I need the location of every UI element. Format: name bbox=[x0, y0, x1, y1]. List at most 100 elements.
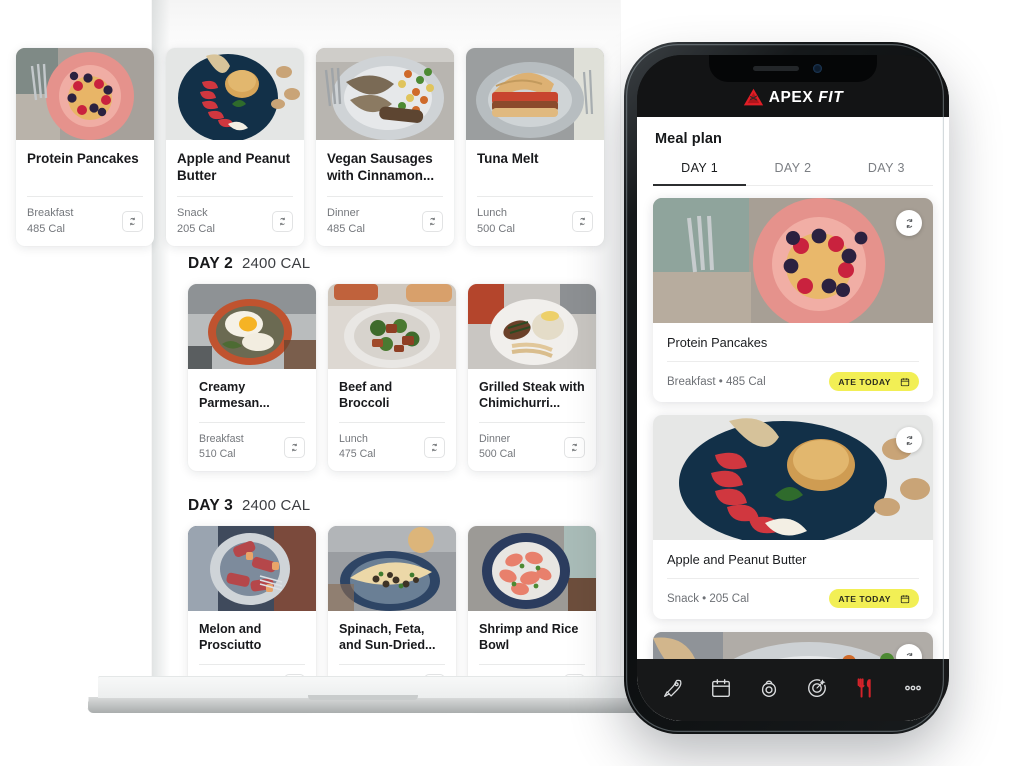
swap-vertical-icon[interactable] bbox=[284, 436, 305, 458]
meal-title: Shrimp and Rice Bowl bbox=[479, 622, 579, 653]
meal-calories: 510 Cal bbox=[199, 448, 236, 461]
meal-footer: Breakfast 510 Cal bbox=[199, 432, 305, 462]
tab-day-3[interactable]: DAY 3 bbox=[840, 161, 933, 185]
meal-photo-creamy-parmesan bbox=[188, 284, 316, 369]
swap-vertical-icon[interactable] bbox=[564, 436, 585, 458]
divider bbox=[327, 196, 443, 197]
meal-meta: Snack • 205 Cal bbox=[667, 592, 750, 605]
divider bbox=[27, 196, 143, 197]
phone-screen: APEX FIT Meal plan DAY 1 DAY 2 DAY 3 Pro… bbox=[637, 55, 949, 721]
phone-card-body: Apple and Peanut Butter Snack • 205 Cal … bbox=[653, 540, 933, 619]
meal-footer: Dinner 485 Cal bbox=[327, 206, 443, 237]
meal-footer: Lunch 475 Cal bbox=[339, 432, 445, 462]
front-camera bbox=[813, 64, 822, 73]
meal-meta: Snack 205 Cal bbox=[177, 206, 215, 237]
divider bbox=[479, 422, 585, 423]
meal-title: Tuna Melt bbox=[477, 151, 539, 166]
meal-photo-protein-pancakes bbox=[653, 198, 933, 323]
meal-card-body: Protein Pancakes Breakfast 485 Cal bbox=[16, 140, 154, 246]
phone-device: APEX FIT Meal plan DAY 1 DAY 2 DAY 3 Pro… bbox=[616, 32, 954, 734]
meal-card-body: Beef and Broccoli Lunch 475 Cal bbox=[328, 369, 456, 471]
meal-card-body: Grilled Steak with Chimichurri... Dinner… bbox=[468, 369, 596, 471]
meal-meta: Breakfast 485 Cal bbox=[27, 206, 73, 237]
swap-vertical-icon[interactable] bbox=[896, 427, 922, 453]
meal-card[interactable]: Creamy Parmesan... Breakfast 510 Cal bbox=[188, 284, 316, 472]
divider bbox=[667, 361, 919, 362]
meal-card-body: Vegan Sausages with Cinnamon... Dinner 4… bbox=[316, 140, 454, 246]
nav-calendar[interactable] bbox=[704, 673, 738, 703]
meal-type: Dinner bbox=[327, 207, 360, 219]
calendar-icon bbox=[900, 594, 910, 603]
meal-card[interactable]: Apple and Peanut Butter Snack 205 Cal bbox=[166, 48, 304, 247]
laptop-base-notch bbox=[308, 695, 418, 700]
nav-goals[interactable] bbox=[800, 673, 834, 703]
swap-vertical-icon[interactable] bbox=[122, 211, 143, 233]
phone-meal-card[interactable]: Apple and Peanut Butter Snack • 205 Cal … bbox=[653, 415, 933, 619]
meal-card[interactable]: Protein Pancakes Breakfast 485 Cal bbox=[16, 48, 154, 247]
divider bbox=[477, 196, 593, 197]
meal-title: Vegan Sausages with Cinnamon... bbox=[327, 151, 435, 184]
badge-label: ATE TODAY bbox=[838, 593, 891, 604]
meal-card[interactable]: Grilled Steak with Chimichurri... Dinner… bbox=[468, 284, 596, 472]
meal-footer: Snack 205 Cal bbox=[177, 206, 293, 237]
tab-day-2[interactable]: DAY 2 bbox=[746, 161, 839, 185]
meal-card[interactable]: Tuna Melt Lunch 500 Cal bbox=[466, 48, 604, 247]
phone-meal-card[interactable]: Protein Pancakes Breakfast • 485 Cal ATE… bbox=[653, 198, 933, 402]
laptop-base bbox=[87, 676, 641, 716]
tab-day-1[interactable]: DAY 1 bbox=[653, 161, 747, 186]
swap-vertical-icon[interactable] bbox=[572, 211, 593, 233]
meal-meta: Lunch 475 Cal bbox=[339, 432, 376, 462]
meal-calories: 485 Cal bbox=[327, 222, 365, 235]
nav-more[interactable] bbox=[896, 673, 930, 703]
nav-workout[interactable] bbox=[752, 673, 786, 703]
swap-vertical-icon[interactable] bbox=[424, 436, 445, 458]
meal-footer: Breakfast 485 Cal bbox=[27, 206, 143, 237]
meal-title: Protein Pancakes bbox=[27, 151, 139, 166]
ate-today-badge[interactable]: ATE TODAY bbox=[829, 589, 919, 608]
meal-type: Breakfast bbox=[199, 433, 244, 445]
calendar-icon bbox=[712, 679, 730, 697]
swap-vertical-icon[interactable] bbox=[422, 211, 443, 233]
logo-text-italic: FIT bbox=[818, 88, 844, 106]
meal-title: Apple and Peanut Butter bbox=[177, 151, 291, 184]
meal-photo-protein-pancakes bbox=[16, 48, 154, 140]
phone-card-footer: Snack • 205 Cal ATE TODAY bbox=[667, 589, 919, 608]
day-label: DAY 2 bbox=[188, 255, 233, 272]
divider bbox=[339, 664, 445, 666]
day-card-row: Creamy Parmesan... Breakfast 510 Cal Bee… bbox=[152, 273, 620, 472]
meal-photo-spinach-feta bbox=[328, 526, 456, 612]
meal-title: Grilled Steak with Chimichurri... bbox=[479, 380, 585, 411]
day-tabs: DAY 1 DAY 2 DAY 3 bbox=[653, 161, 933, 186]
swap-vertical-icon[interactable] bbox=[272, 211, 293, 233]
day-header: DAY 3 2400 CAL bbox=[152, 497, 620, 515]
screenshot-stage: DAY 2 2400 CAL Creamy Parmesan... Breakf… bbox=[0, 0, 1024, 766]
meal-calories: 475 Cal bbox=[339, 448, 376, 461]
laptop-device: DAY 2 2400 CAL Creamy Parmesan... Breakf… bbox=[0, 0, 660, 730]
logo-text-bold: APEX bbox=[768, 88, 814, 106]
nav-rocket[interactable] bbox=[656, 673, 690, 703]
meal-calories: 205 Cal bbox=[177, 222, 215, 235]
nav-meals[interactable] bbox=[848, 673, 882, 703]
meal-photo-vegan-sausages bbox=[316, 48, 454, 140]
meal-photo-apple-peanut-butter bbox=[166, 48, 304, 140]
meal-card[interactable]: Beef and Broccoli Lunch 475 Cal bbox=[328, 284, 456, 472]
meal-type: Lunch bbox=[477, 207, 507, 219]
meal-card-body: Tuna Melt Lunch 500 Cal bbox=[466, 140, 604, 246]
page-title: Meal plan bbox=[655, 131, 722, 147]
meal-meta: Breakfast • 485 Cal bbox=[667, 375, 766, 388]
divider bbox=[479, 664, 585, 666]
meal-photo-apple-peanut-butter bbox=[653, 415, 933, 540]
meal-meta: Dinner 485 Cal bbox=[327, 206, 365, 237]
meal-card[interactable]: Vegan Sausages with Cinnamon... Dinner 4… bbox=[316, 48, 454, 247]
divider bbox=[199, 664, 305, 666]
calendar-icon bbox=[900, 377, 910, 386]
divider bbox=[199, 422, 305, 423]
swap-vertical-icon[interactable] bbox=[896, 210, 922, 236]
meal-title: Spinach, Feta, and Sun-Dried... bbox=[339, 622, 436, 653]
logo-wordmark: APEX FIT bbox=[769, 89, 844, 107]
phone-bottom-navigation bbox=[637, 659, 949, 721]
meal-card-body: Apple and Peanut Butter Snack 205 Cal bbox=[166, 140, 304, 246]
ate-today-badge[interactable]: ATE TODAY bbox=[829, 372, 919, 391]
meal-title: Beef and Broccoli bbox=[339, 380, 393, 411]
fork-knife-icon bbox=[857, 678, 871, 698]
